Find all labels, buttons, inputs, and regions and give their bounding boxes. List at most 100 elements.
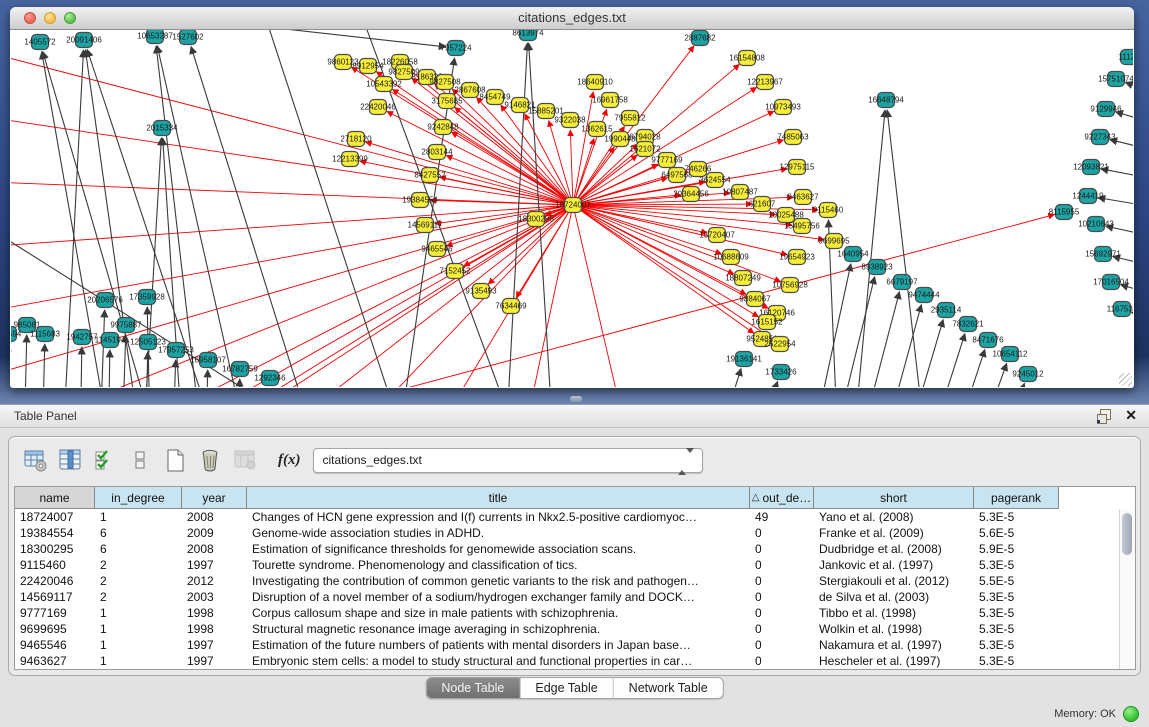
graph-node[interactable]: 22420046 [360, 100, 396, 115]
graph-node[interactable]: 8427552 [414, 168, 446, 183]
graph-node[interactable]: 11127 [1118, 50, 1133, 65]
table-row[interactable]: 977716911998Corpus callosum shape and si… [15, 605, 1135, 621]
graph-node[interactable]: 16958107 [190, 353, 226, 368]
graph-node[interactable]: 7485063 [777, 130, 809, 145]
network-canvas[interactable]: 1872400798601238912954182260589827509818… [11, 30, 1133, 387]
tab-network-table[interactable]: Network Table [614, 678, 723, 698]
graph-node[interactable]: 9975887 [110, 318, 142, 333]
graph-node[interactable]: 9135493 [465, 284, 497, 299]
graph-node[interactable]: 7832621 [952, 317, 984, 332]
table-row[interactable]: 1938455462009Genome-wide association stu… [15, 525, 1135, 541]
graph-node[interactable]: 2887682 [684, 31, 716, 46]
window-resize-grip[interactable] [1119, 373, 1132, 386]
graph-node[interactable]: 9245012 [1012, 367, 1044, 382]
graph-node[interactable]: 331594 [11, 327, 22, 342]
graph-node[interactable]: 8938923 [861, 260, 893, 275]
tab-edge-table[interactable]: Edge Table [520, 678, 613, 698]
table-row[interactable]: 946362711997Embryonic stem cells: a mode… [15, 653, 1135, 669]
select-all-button[interactable] [93, 447, 119, 473]
table-row[interactable]: 946554611997Estimation of the future num… [15, 637, 1135, 653]
graph-node[interactable]: 7957224 [440, 41, 472, 56]
graph-node[interactable]: 20206576 [87, 293, 123, 308]
column-header-in_degree[interactable]: in_degree [95, 487, 182, 509]
graph-node[interactable]: 15495756 [784, 219, 820, 234]
graph-node[interactable]: 2935114 [931, 303, 962, 318]
function-builder-icon[interactable]: f(x) [278, 452, 301, 469]
graph-node[interactable]: 19136141 [726, 352, 762, 367]
import-table-button[interactable] [233, 447, 259, 473]
column-header-year[interactable]: year [182, 487, 247, 509]
graph-node[interactable]: 2718120 [340, 132, 372, 147]
graph-node[interactable]: 10807487 [722, 185, 758, 200]
network-window-titlebar[interactable]: citations_edges.txt [10, 7, 1134, 30]
graph-node[interactable]: 9129946 [1090, 102, 1122, 117]
graph-node[interactable]: 18807249 [725, 271, 761, 286]
graph-node[interactable]: 9474444 [908, 288, 940, 303]
column-header-pagerank[interactable]: pagerank [974, 487, 1059, 509]
graph-node[interactable]: 7152452 [439, 264, 471, 279]
column-header-title[interactable]: title [247, 487, 750, 509]
scrollbar-thumb[interactable] [1122, 513, 1132, 555]
graph-node[interactable]: 10653287 [137, 30, 173, 44]
row-options-button[interactable] [128, 447, 154, 473]
graph-node[interactable]: 15720407 [699, 228, 735, 243]
tab-node-table[interactable]: Node Table [426, 678, 520, 698]
memory-status-indicator[interactable] [1123, 706, 1139, 722]
graph-node[interactable]: 10973493 [765, 100, 801, 115]
graph-node[interactable]: 16961758 [592, 93, 628, 108]
table-row[interactable]: 1456911722003Disruption of a novel membe… [15, 589, 1135, 605]
graph-node[interactable]: 12975115 [780, 160, 816, 175]
panel-splitter-handle[interactable] [570, 396, 582, 402]
graph-node[interactable]: 9242848 [427, 120, 459, 135]
graph-node[interactable]: 9227343 [1084, 130, 1116, 145]
graph-node[interactable]: 1942757 [66, 330, 98, 345]
graph-node[interactable]: 16648794 [868, 93, 904, 108]
graph-node[interactable]: 7955812 [614, 111, 646, 126]
graph-node[interactable]: 15692971 [1085, 247, 1121, 262]
new-column-button[interactable] [163, 447, 189, 473]
graph-node[interactable]: 8471676 [972, 333, 1004, 348]
graph-node[interactable]: 10688609 [713, 250, 749, 265]
graph-node[interactable]: 2803144 [421, 145, 453, 160]
graph-node[interactable]: 1145194 [95, 333, 126, 348]
column-header-name[interactable]: name [15, 487, 95, 509]
graph-node[interactable]: 12093821 [1073, 160, 1109, 175]
graph-node[interactable]: 12213399 [332, 152, 368, 167]
graph-node[interactable]: 3624554 [699, 173, 731, 188]
delete-column-button[interactable] [198, 447, 224, 473]
table-mode-button[interactable] [23, 447, 49, 473]
table-row[interactable]: 1872400712008Changes of HCN gene express… [15, 509, 1135, 525]
graph-node[interactable]: 15751074 [1098, 72, 1133, 87]
graph-node[interactable]: 17359928 [129, 290, 165, 305]
graph-node[interactable]: 1405572 [24, 35, 56, 50]
table-row[interactable]: 2242004622012Investigating the contribut… [15, 573, 1135, 589]
graph-node[interactable]: 10654112 [993, 347, 1029, 362]
graph-node[interactable]: 3175685 [431, 94, 463, 109]
graph-node[interactable]: 18640910 [577, 75, 613, 90]
graph-node[interactable]: 14569117 [408, 218, 444, 233]
graph-node[interactable]: 12213967 [747, 75, 783, 90]
graph-node[interactable]: 2015334 [146, 121, 178, 136]
graph-node[interactable]: 9884067 [739, 292, 771, 307]
graph-node[interactable]: 10210643 [1078, 217, 1114, 232]
graph-node[interactable]: 7634469 [495, 299, 527, 314]
table-row[interactable]: 911546021997Tourette syndrome. Phenomeno… [15, 557, 1135, 573]
graph-node[interactable]: 8613974 [512, 30, 544, 41]
graph-node[interactable]: 10543392 [366, 77, 402, 92]
graph-node[interactable]: 1244419 [1072, 189, 1104, 204]
float-panel-icon[interactable] [1097, 409, 1111, 423]
graph-node[interactable]: 16782759 [222, 362, 258, 377]
graph-node[interactable]: 20364456 [673, 187, 709, 202]
graph-node[interactable]: 20091406 [66, 33, 102, 48]
graph-node[interactable]: 1640954 [837, 247, 869, 262]
table-vertical-scrollbar[interactable] [1119, 509, 1135, 669]
graph-node[interactable]: 1167533 [1107, 302, 1133, 317]
graph-node[interactable]: 6679197 [886, 275, 918, 290]
graph-node[interactable]: 2522954 [764, 337, 796, 352]
graph-node[interactable]: 9463627 [787, 190, 819, 205]
table-row[interactable]: 969969511998Structural magnetic resonanc… [15, 621, 1135, 637]
graph-node[interactable]: 19654923 [779, 250, 815, 265]
table-row[interactable]: 1830029562008Estimation of significance … [15, 541, 1135, 557]
graph-node[interactable]: 1621072 [629, 142, 661, 157]
graph-node[interactable]: 1733426 [765, 365, 797, 380]
